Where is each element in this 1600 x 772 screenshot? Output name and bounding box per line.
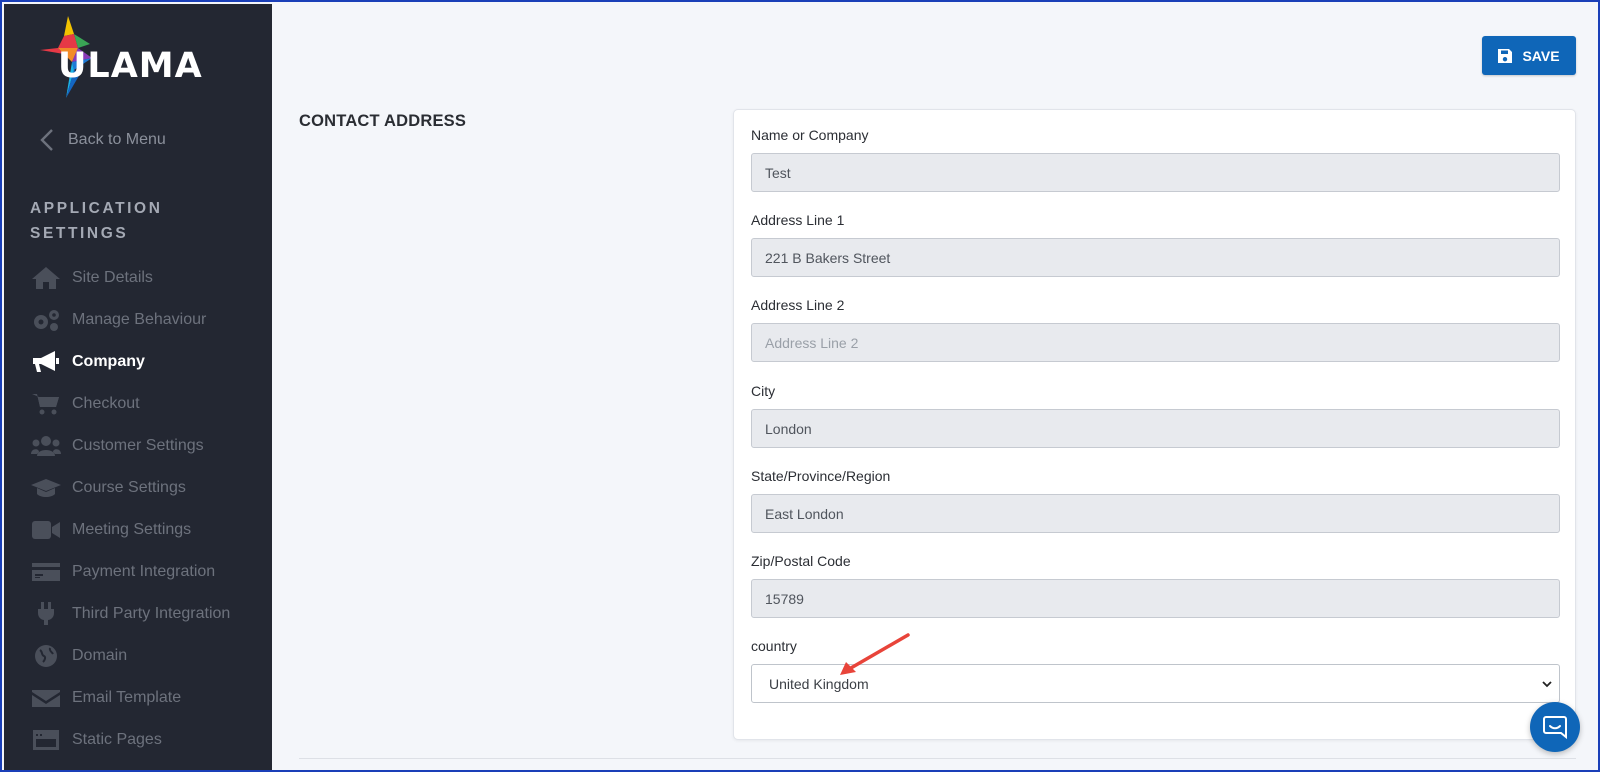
- address-line-2-input[interactable]: Address Line 2: [751, 323, 1560, 362]
- address-line-1-field: Address Line 1 221 B Bakers Street: [751, 212, 1560, 277]
- field-label: State/Province/Region: [751, 468, 891, 484]
- field-label: country: [751, 638, 797, 654]
- cart-icon: [32, 394, 59, 415]
- sidebar-item-label: Payment Integration: [72, 563, 216, 580]
- field-label: City: [751, 383, 776, 399]
- sidebar-item-label: Site Details: [72, 269, 153, 286]
- back-to-menu-label: Back to Menu: [68, 131, 166, 148]
- country-field: country United Kingdom: [751, 638, 1560, 703]
- field-label: Name or Company: [751, 127, 869, 143]
- zip-input[interactable]: 15789: [751, 579, 1560, 618]
- gears-icon: [34, 310, 59, 331]
- sidebar-item-label: Manage Behaviour: [72, 311, 207, 328]
- sidebar-section-title: APPLICATION SETTINGS: [30, 200, 163, 242]
- chat-icon: [1543, 716, 1567, 740]
- address-line-2-field: Address Line 2 Address Line 2: [751, 297, 1560, 362]
- back-to-menu-link[interactable]: Back to Menu: [38, 127, 166, 153]
- country-select[interactable]: United Kingdom: [751, 664, 1560, 703]
- sidebar-item-label: Meeting Settings: [72, 521, 192, 538]
- sidebar-item-label: Third Party Integration: [72, 605, 231, 622]
- sidebar-item-meeting-settings[interactable]: Meeting Settings: [30, 509, 270, 551]
- sidebar-item-label: Checkout: [72, 395, 140, 412]
- save-button[interactable]: SAVE: [1482, 36, 1576, 75]
- field-label: Zip/Postal Code: [751, 553, 851, 569]
- address-line-1-input[interactable]: 221 B Bakers Street: [751, 238, 1560, 277]
- sidebar-item-label: Static Pages: [72, 731, 162, 748]
- name-input[interactable]: Test: [751, 153, 1560, 192]
- city-input[interactable]: London: [751, 409, 1560, 448]
- sidebar-item-company[interactable]: Company: [30, 341, 270, 383]
- users-icon: [31, 436, 61, 456]
- window-icon: [33, 730, 59, 750]
- sidebar-item-customer-settings[interactable]: Customer Settings: [30, 425, 270, 467]
- name-field: Name or Company Test: [751, 127, 1560, 192]
- city-field: City London: [751, 383, 1560, 448]
- brand-name: ULAMA: [58, 46, 203, 86]
- sidebar-item-label: Course Settings: [72, 479, 186, 496]
- sidebar-item-domain[interactable]: Domain: [30, 635, 270, 677]
- sidebar-item-payment-integration[interactable]: Payment Integration: [30, 551, 270, 593]
- sidebar-nav: Site Details Manage Behaviour Company Ch…: [30, 257, 270, 761]
- field-label: Address Line 2: [751, 297, 845, 313]
- sidebar-item-course-settings[interactable]: Course Settings: [30, 467, 270, 509]
- field-label: Address Line 1: [751, 212, 845, 228]
- footer-divider: [299, 758, 1576, 759]
- home-icon: [32, 267, 60, 289]
- state-field: State/Province/Region East London: [751, 468, 1560, 533]
- sidebar-item-email-template[interactable]: Email Template: [30, 677, 270, 719]
- sidebar-item-label: Email Template: [72, 689, 182, 706]
- chat-launcher-button[interactable]: [1530, 702, 1580, 752]
- envelope-icon: [32, 690, 60, 707]
- chevron-down-icon: [1542, 681, 1552, 688]
- sidebar-item-label: Customer Settings: [72, 437, 204, 454]
- section-heading: CONTACT ADDRESS: [299, 112, 467, 130]
- floppy-disk-icon: [1498, 48, 1513, 63]
- sidebar-item-third-party-integration[interactable]: Third Party Integration: [30, 593, 270, 635]
- globe-icon: [35, 645, 57, 667]
- credit-card-icon: [32, 563, 60, 581]
- zip-field: Zip/Postal Code 15789: [751, 553, 1560, 618]
- chevron-left-icon: [40, 129, 53, 151]
- save-button-label: SAVE: [1522, 47, 1560, 64]
- sidebar-item-label: Company: [72, 353, 145, 370]
- plug-icon: [38, 602, 54, 625]
- contact-address-card: Name or Company Test Address Line 1 221 …: [733, 109, 1576, 740]
- country-select-value: United Kingdom: [769, 675, 869, 692]
- megaphone-icon: [33, 351, 59, 372]
- app-frame: ULAMA Back to Menu APPLICATION SETTINGS …: [0, 0, 1600, 772]
- graduation-cap-icon: [31, 479, 61, 497]
- sidebar: ULAMA Back to Menu APPLICATION SETTINGS …: [4, 4, 272, 770]
- sidebar-item-label: Domain: [72, 647, 128, 664]
- sidebar-item-manage-behaviour[interactable]: Manage Behaviour: [30, 299, 270, 341]
- video-icon: [32, 521, 60, 539]
- sidebar-item-static-pages[interactable]: Static Pages: [30, 719, 270, 761]
- sidebar-item-site-details[interactable]: Site Details: [30, 257, 270, 299]
- sidebar-item-checkout[interactable]: Checkout: [30, 383, 270, 425]
- state-input[interactable]: East London: [751, 494, 1560, 533]
